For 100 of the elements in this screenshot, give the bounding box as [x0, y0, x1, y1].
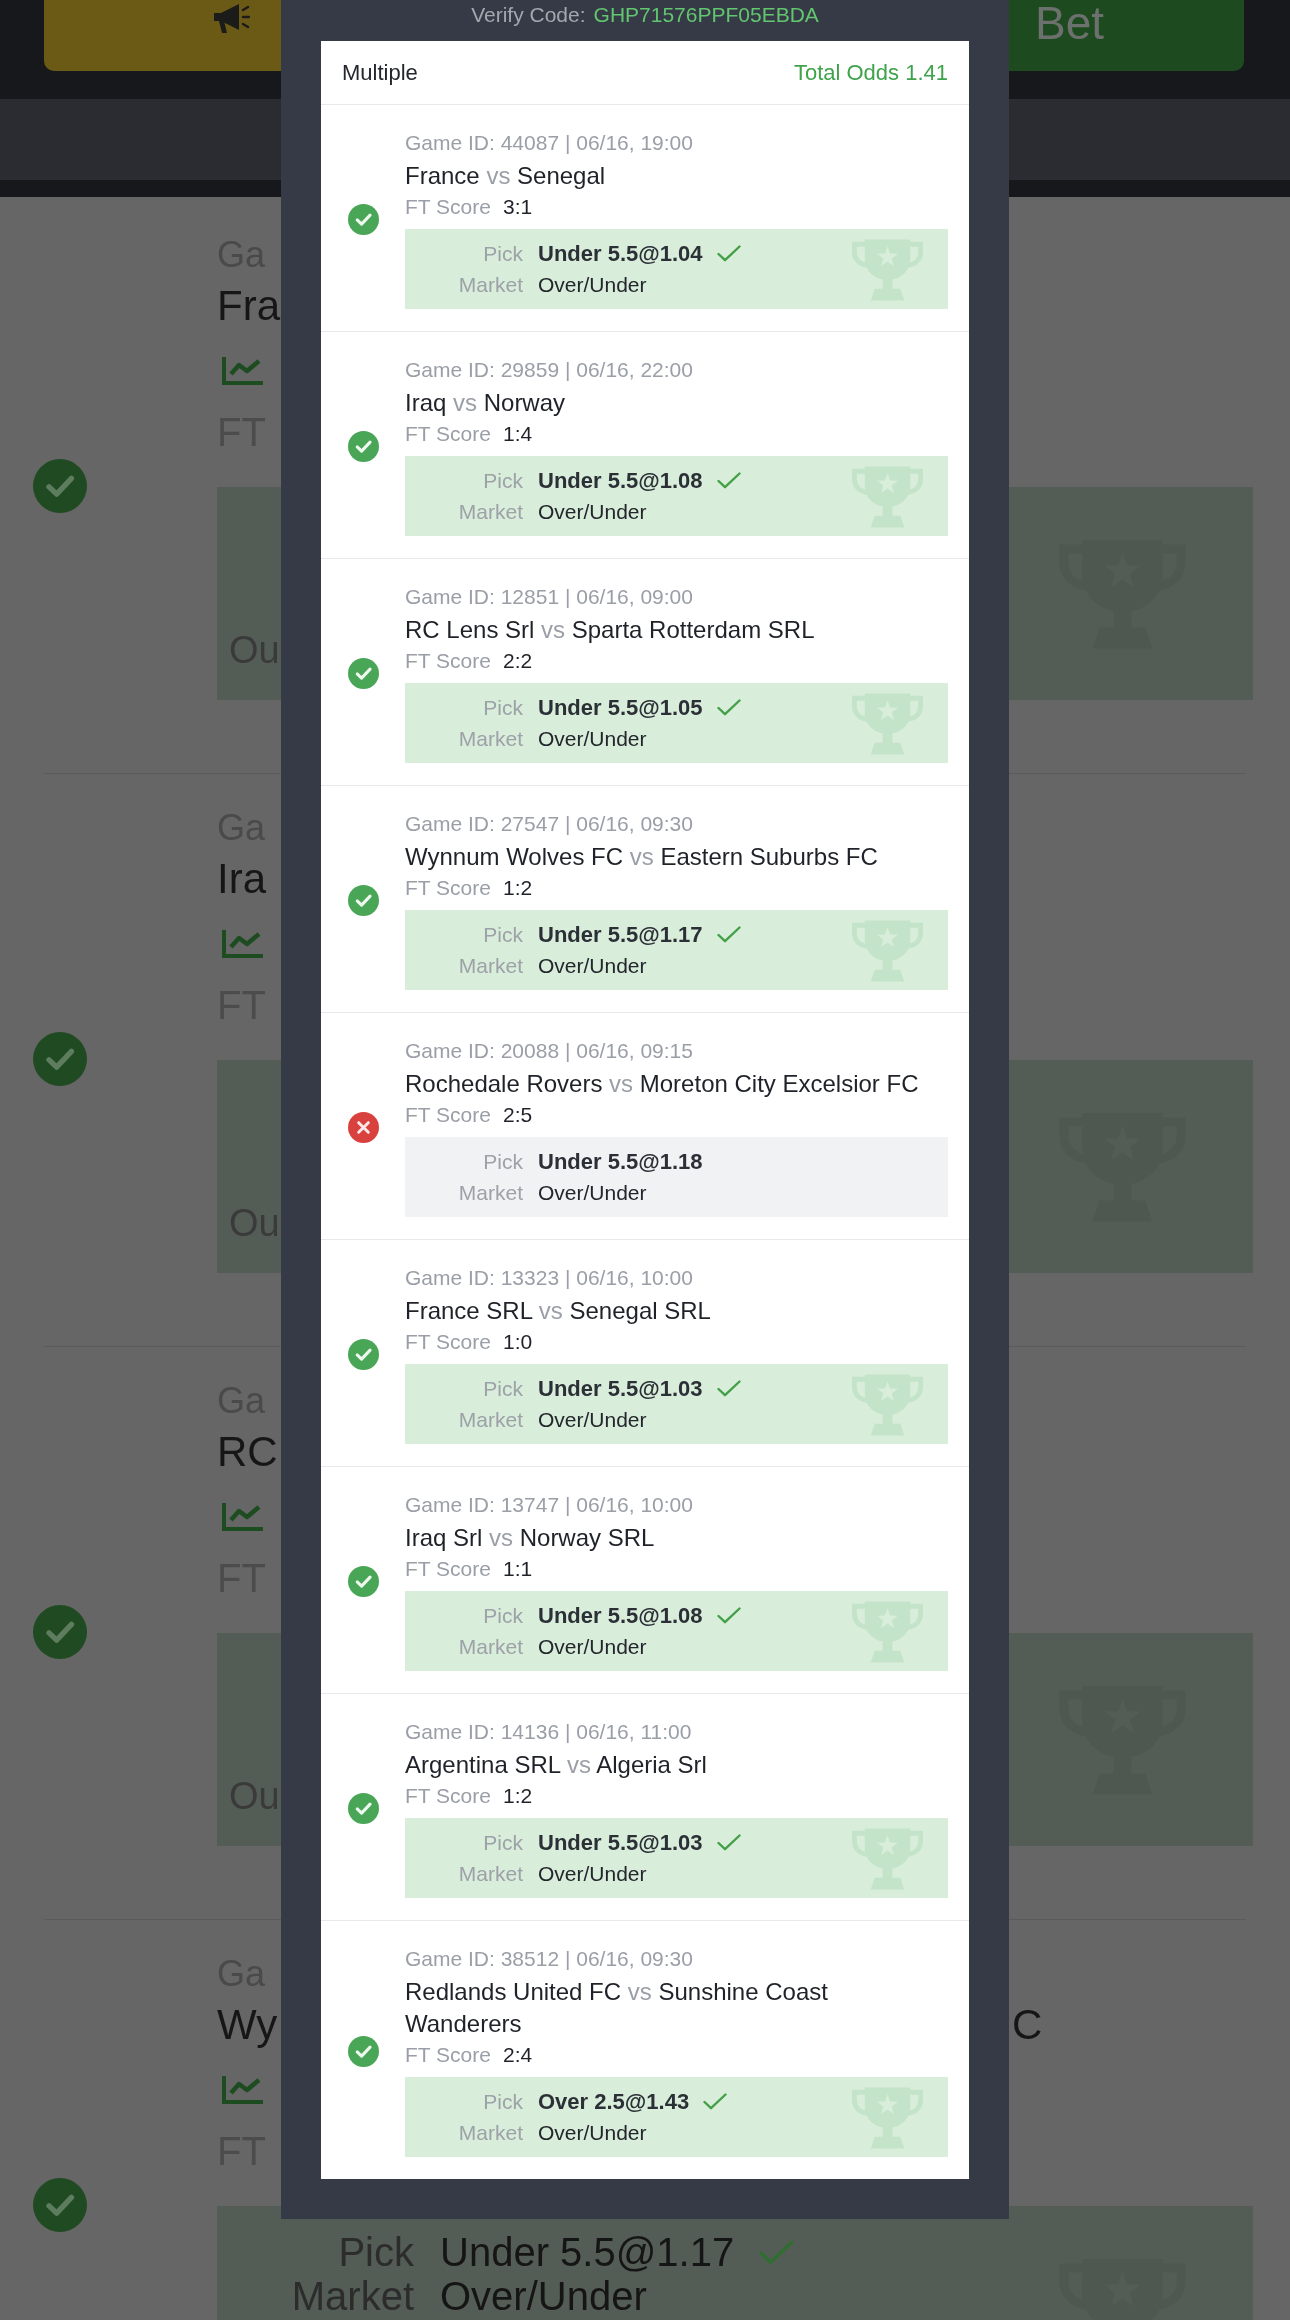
check-icon [716, 926, 741, 943]
pick-value: Under 5.5@1.08 [538, 1602, 703, 1630]
pick-label: Pick [483, 468, 523, 494]
pick-label: Pick [483, 1376, 523, 1402]
game-info: Game ID: 27547 | 06/16, 09:30 [405, 812, 693, 835]
check-circle-icon [347, 657, 379, 689]
check-circle-icon [347, 1792, 379, 1824]
score-value: 2:5 [502, 1103, 533, 1126]
market-value: Over/Under [440, 2274, 647, 2318]
match-title: Iraq vs Norway [405, 389, 566, 416]
line-chart-icon [222, 2076, 263, 2104]
pick-label: Pick [483, 695, 523, 721]
market-label: Market [458, 272, 523, 298]
pick-value: Under 5.5@1.17 [538, 921, 703, 949]
pick-value: Under 5.5@1.05 [538, 694, 703, 722]
check-circle-icon [347, 430, 379, 462]
market-value: Over/Under [538, 1634, 647, 1660]
score-label: FT Score [405, 195, 491, 218]
score-value: 2:2 [502, 649, 533, 672]
market-label: Market [458, 953, 523, 979]
score-label: FT Score [405, 876, 491, 899]
pick-value: Under 5.5@1.03 [538, 1829, 703, 1857]
bet-type: Multiple [342, 59, 418, 86]
check-circle-icon [33, 1032, 87, 1086]
game-info: Game ID: 38512 | 06/16, 09:30 [405, 1947, 693, 1970]
team-name: Wy [217, 2000, 278, 2050]
pick-label: Pick [483, 922, 523, 948]
verify-label: Verify Code: [471, 3, 586, 26]
market-label: Market [458, 1407, 523, 1433]
market-label: Market [458, 1861, 523, 1887]
market-value: Over/Under [538, 1861, 647, 1887]
check-icon [716, 1834, 741, 1851]
game-info: Game ID: 20088 | 06/16, 09:15 [405, 1039, 693, 1062]
check-circle-icon [347, 2035, 379, 2067]
team-name: RC [217, 1427, 278, 1477]
team-name: Fra [217, 281, 280, 331]
score-label: FT Score [405, 1103, 491, 1126]
cross-circle-icon [347, 1111, 379, 1143]
check-circle-icon [33, 2178, 87, 2232]
pick-value: Under 5.5@1.08 [538, 467, 703, 495]
score-value: 2:4 [502, 2043, 533, 2066]
game-info: Game ID: 44087 | 06/16, 19:00 [405, 131, 693, 154]
game-info: Game ID: 29859 | 06/16, 22:00 [405, 358, 693, 381]
market-label: Market [458, 499, 523, 525]
market-value: Over/Under [538, 726, 647, 752]
check-circle-icon [347, 1565, 379, 1597]
check-circle-icon [33, 1605, 87, 1659]
line-chart-icon [222, 930, 263, 958]
market-label: Market [458, 726, 523, 752]
match-title: Argentina SRL vs Algeria Srl [405, 1751, 707, 1778]
pick-value: Under 5.5@1.03 [538, 1375, 703, 1403]
market-value: Over/Under [538, 1407, 647, 1433]
match-title: Iraq Srl vs Norway SRL [405, 1524, 655, 1551]
score-value: 1:1 [502, 1557, 533, 1580]
score-label: FT Score [405, 1557, 491, 1580]
market-value: Over/Under [538, 1180, 647, 1206]
market-value: Over/Under [538, 499, 647, 525]
line-chart-icon [222, 1503, 263, 1531]
total-odds: Total Odds 1.41 [793, 59, 948, 86]
market-value: Over/Under [538, 2120, 647, 2146]
score-label: FT Score [405, 422, 491, 445]
megaphone-icon [213, 3, 250, 35]
check-icon [759, 2239, 795, 2265]
pick-label: Pick [483, 1149, 523, 1175]
score-label: FT Score [405, 1330, 491, 1353]
check-icon [716, 699, 741, 716]
game-info: Game ID: 12851 | 06/16, 09:00 [405, 585, 693, 608]
market-value: Over/Under [538, 953, 647, 979]
pick-label: Pick [483, 1603, 523, 1629]
match-title: France vs Senegal [405, 162, 606, 189]
score-value: 1:0 [502, 1330, 533, 1353]
match-title: Rochedale Rovers vs Moreton City Excelsior FC [405, 1070, 919, 1097]
check-circle-icon [33, 459, 87, 513]
check-icon [716, 1607, 741, 1624]
match-title: France SRL vs Senegal SRL [405, 1297, 711, 1324]
market-value: Over/Under [538, 272, 647, 298]
pick-label: Pick [483, 2089, 523, 2115]
check-circle-icon [347, 203, 379, 235]
game-info: Game ID: 13747 | 06/16, 10:00 [405, 1493, 693, 1516]
match-title: Redlands United FC vs Sunshine Coast Wanderers [405, 1978, 828, 2037]
check-icon [703, 2093, 728, 2110]
check-icon [716, 472, 741, 489]
score-label: FT Score [405, 649, 491, 672]
score-value: 1:2 [502, 876, 533, 899]
check-icon [716, 245, 741, 262]
score-label: FT Score [405, 1784, 491, 1807]
score-value: 1:4 [502, 422, 533, 445]
pick-value: Under 5.5@1.18 [538, 1148, 703, 1176]
score-value: 1:2 [502, 1784, 533, 1807]
verify-code: GHP71576PPF05EBDA [593, 3, 819, 26]
megaphone-button[interactable] [44, 0, 281, 71]
score-value: 3:1 [502, 195, 533, 218]
game-info: Game ID: 14136 | 06/16, 11:00 [405, 1720, 692, 1743]
score-label: FT Score [405, 2043, 491, 2066]
pick-label: Pick [483, 1830, 523, 1856]
team-name: C [1012, 2000, 1043, 2050]
market-label: Market [458, 2120, 523, 2146]
pick-value: Over 2.5@1.43 [538, 2088, 690, 2116]
bet-button[interactable]: Bet [1009, 0, 1244, 71]
market-label: Market [458, 1180, 523, 1206]
